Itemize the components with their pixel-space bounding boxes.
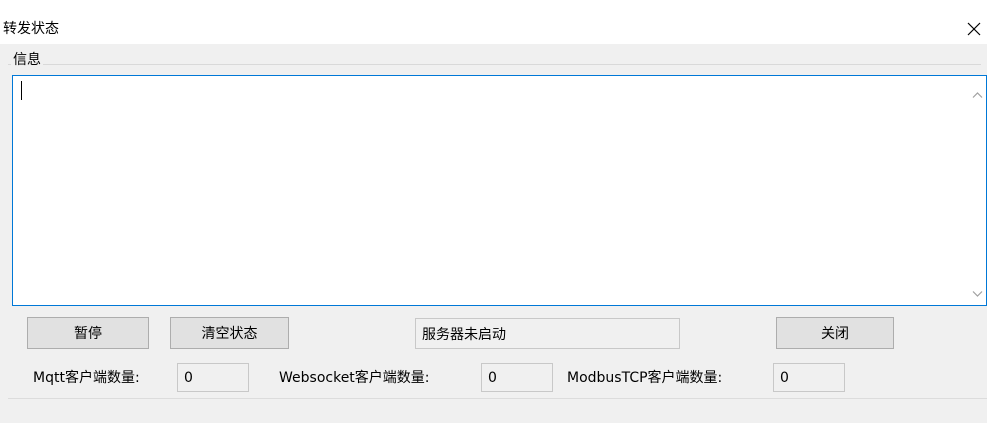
- pause-button-label: 暂停: [74, 326, 102, 342]
- mqtt-count-field: 0: [177, 363, 249, 392]
- close-icon[interactable]: [963, 18, 985, 40]
- modbus-count-value: 0: [780, 369, 789, 386]
- mqtt-count-value: 0: [184, 369, 193, 386]
- forward-status-dialog: 转发状态 信息 暂停 清空状态 服务器未启动 关闭 Mqtt客户端数量: 0 W…: [0, 0, 987, 423]
- server-status-text: 服务器未启动: [422, 326, 506, 343]
- window-title: 转发状态: [3, 21, 59, 37]
- websocket-count-field: 0: [481, 363, 553, 392]
- info-log-textarea[interactable]: [12, 75, 987, 306]
- pause-button[interactable]: 暂停: [27, 317, 149, 349]
- scroll-up-arrow-icon[interactable]: [972, 87, 983, 98]
- websocket-count-value: 0: [488, 369, 497, 386]
- text-caret: [21, 81, 22, 100]
- websocket-count-label: Websocket客户端数量:: [279, 370, 430, 386]
- close-button-label: 关闭: [821, 326, 849, 342]
- vertical-scrollbar[interactable]: [969, 76, 986, 305]
- title-bar: 转发状态: [0, 0, 987, 44]
- clear-status-button-label: 清空状态: [201, 326, 258, 342]
- info-group-legend: 信息: [11, 51, 43, 69]
- modbus-count-label: ModbusTCP客户端数量:: [567, 370, 723, 386]
- modbus-count-field: 0: [773, 363, 845, 392]
- bottom-divider: [8, 398, 987, 399]
- mqtt-count-label: Mqtt客户端数量:: [33, 370, 140, 386]
- server-status-field: 服务器未启动: [415, 318, 680, 349]
- clear-status-button[interactable]: 清空状态: [170, 317, 289, 349]
- close-button[interactable]: 关闭: [776, 317, 894, 349]
- scroll-down-arrow-icon[interactable]: [972, 286, 983, 297]
